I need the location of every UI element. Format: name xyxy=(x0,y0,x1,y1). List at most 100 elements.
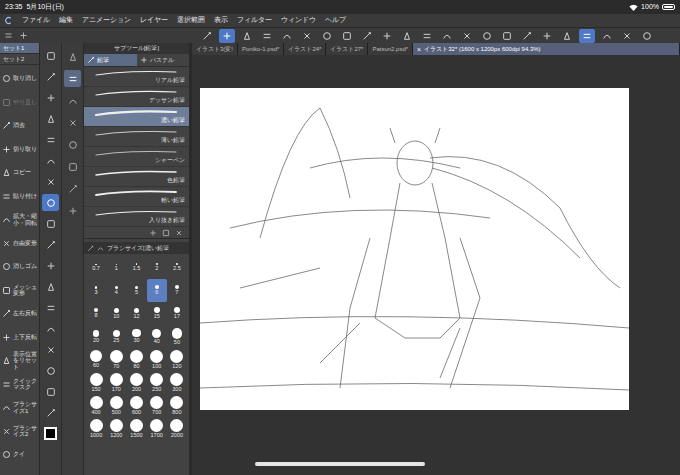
brush-settings-icon[interactable] xyxy=(97,245,104,252)
brush-size-cell[interactable]: 60 xyxy=(86,348,106,371)
command-item[interactable]: メッシュ変形 xyxy=(0,279,39,303)
subtool-group-icon[interactable] xyxy=(64,92,81,109)
command-icon[interactable] xyxy=(399,29,415,43)
tool-icon[interactable] xyxy=(42,215,59,232)
brush-size-cell[interactable]: 40 xyxy=(147,325,167,348)
subtool-item[interactable]: 粗い鉛筆 xyxy=(84,187,189,207)
subtool-item[interactable]: デッサン鉛筆 xyxy=(84,87,189,107)
menu-item[interactable]: ウィンドウ xyxy=(281,15,316,26)
document-tab[interactable]: イラスト3(変! xyxy=(192,43,238,55)
command-icon[interactable] xyxy=(199,29,215,43)
tool-icon[interactable] xyxy=(42,341,59,358)
subtool-item[interactable]: 薄い鉛筆 xyxy=(84,127,189,147)
brush-size-cell[interactable]: 6 xyxy=(147,279,167,302)
command-icon[interactable] xyxy=(299,29,315,43)
close-tab-button[interactable]: × xyxy=(417,46,421,53)
command-item[interactable]: 消しゴム xyxy=(0,255,39,279)
brush-size-cell[interactable]: 500 xyxy=(106,394,126,417)
drawing-canvas[interactable] xyxy=(200,88,629,410)
command-icon[interactable] xyxy=(539,29,555,43)
subtool-item[interactable]: 色鉛筆 xyxy=(84,167,189,187)
command-item[interactable]: 貼り付け xyxy=(0,185,39,209)
command-icon[interactable] xyxy=(479,29,495,43)
subtool-item[interactable]: 濃い鉛筆 xyxy=(84,107,189,127)
command-icon[interactable] xyxy=(419,29,435,43)
brush-size-cell[interactable]: 120 xyxy=(167,348,187,371)
tool-icon[interactable] xyxy=(42,131,59,148)
tool-icon[interactable] xyxy=(42,257,59,274)
command-icon[interactable] xyxy=(639,29,655,43)
document-tab[interactable]: ×イラスト32* (1600 x 1200px 600dpi 94.3%) xyxy=(413,43,680,55)
command-icon[interactable] xyxy=(559,29,575,43)
home-indicator[interactable] xyxy=(255,462,425,466)
document-tab[interactable]: Patsun2.psd* xyxy=(368,43,413,55)
command-icon[interactable] xyxy=(359,29,375,43)
brush-size-cell[interactable]: 300 xyxy=(167,371,187,394)
command-item[interactable]: 表示位置をリセット xyxy=(0,349,39,373)
command-item[interactable]: 取り消し xyxy=(0,67,39,91)
tool-icon[interactable] xyxy=(42,299,59,316)
brush-size-cell[interactable]: 12 xyxy=(126,302,146,325)
subtool-group-icon[interactable] xyxy=(64,136,81,153)
command-item[interactable]: 左右反転 xyxy=(0,302,39,326)
brush-size-cell[interactable]: 700 xyxy=(147,394,167,417)
tool-icon[interactable] xyxy=(42,362,59,379)
subtool-group-icon[interactable] xyxy=(64,70,81,87)
command-item[interactable]: 切り取り xyxy=(0,138,39,162)
brush-size-cell[interactable]: 0.7 xyxy=(86,256,106,279)
command-set-tab[interactable]: セット2 xyxy=(0,54,39,65)
brush-size-cell[interactable]: 2000 xyxy=(167,417,187,440)
brush-size-cell[interactable]: 1.5 xyxy=(126,256,146,279)
command-item[interactable]: ブラシサイズ1 xyxy=(0,396,39,420)
menu-item[interactable]: 編集 xyxy=(59,15,73,26)
brush-size-cell[interactable]: 200 xyxy=(126,371,146,394)
brush-size-cell[interactable]: 1200 xyxy=(106,417,126,440)
command-icon[interactable] xyxy=(219,29,235,43)
command-icon[interactable] xyxy=(279,29,295,43)
command-item[interactable]: クイ xyxy=(0,443,39,467)
brush-size-cell[interactable]: 3 xyxy=(86,279,106,302)
brush-size-cell[interactable]: 170 xyxy=(106,371,126,394)
menu-item[interactable]: レイヤー xyxy=(140,15,168,26)
command-icon[interactable] xyxy=(579,29,595,43)
tool-icon[interactable] xyxy=(42,236,59,253)
tool-icon[interactable] xyxy=(42,404,59,421)
subtool-group-icon[interactable] xyxy=(64,202,81,219)
tool-icon[interactable] xyxy=(42,173,59,190)
brush-size-cell[interactable]: 50 xyxy=(167,325,187,348)
menu-item[interactable]: ファイル xyxy=(22,15,50,26)
command-icon[interactable] xyxy=(459,29,475,43)
tool-icon[interactable] xyxy=(42,278,59,295)
brush-size-cell[interactable]: 800 xyxy=(167,394,187,417)
brush-size-cell[interactable]: 25 xyxy=(106,325,126,348)
command-set-tab[interactable]: セット1 xyxy=(0,43,39,54)
tool-icon[interactable] xyxy=(42,320,59,337)
subtool-item[interactable]: シャーペン xyxy=(84,147,189,167)
app-logo-icon[interactable] xyxy=(4,16,13,25)
tool-icon[interactable] xyxy=(42,110,59,127)
document-tab[interactable]: イラスト24* xyxy=(284,43,326,55)
command-icon[interactable] xyxy=(439,29,455,43)
tool-icon[interactable] xyxy=(42,89,59,106)
brush-size-cell[interactable]: 7 xyxy=(167,279,187,302)
command-icon[interactable] xyxy=(499,29,515,43)
brush-size-cell[interactable]: 15 xyxy=(147,302,167,325)
brush-size-cell[interactable]: 17 xyxy=(167,302,187,325)
brush-size-cell[interactable]: 1000 xyxy=(86,417,106,440)
command-item[interactable]: 拡大・縮小・回転 xyxy=(0,208,39,232)
tool-icon[interactable] xyxy=(42,68,59,85)
command-item[interactable]: やり直し xyxy=(0,91,39,115)
command-item[interactable]: 消去 xyxy=(0,114,39,138)
tool-icon[interactable] xyxy=(42,383,59,400)
subtool-group-tab[interactable]: パステル xyxy=(137,54,190,66)
brush-size-cell[interactable]: 4 xyxy=(106,279,126,302)
brush-size-cell[interactable]: 5 xyxy=(126,279,146,302)
command-icon[interactable] xyxy=(339,29,355,43)
brush-size-cell[interactable]: 600 xyxy=(126,394,146,417)
command-item[interactable]: 上下反転 xyxy=(0,326,39,350)
subtool-group-icon[interactable] xyxy=(64,158,81,175)
document-tab[interactable]: イラスト27* xyxy=(326,43,368,55)
command-icon[interactable] xyxy=(239,29,255,43)
menu-item[interactable]: ヘルプ xyxy=(325,15,346,26)
command-icon[interactable] xyxy=(619,29,635,43)
